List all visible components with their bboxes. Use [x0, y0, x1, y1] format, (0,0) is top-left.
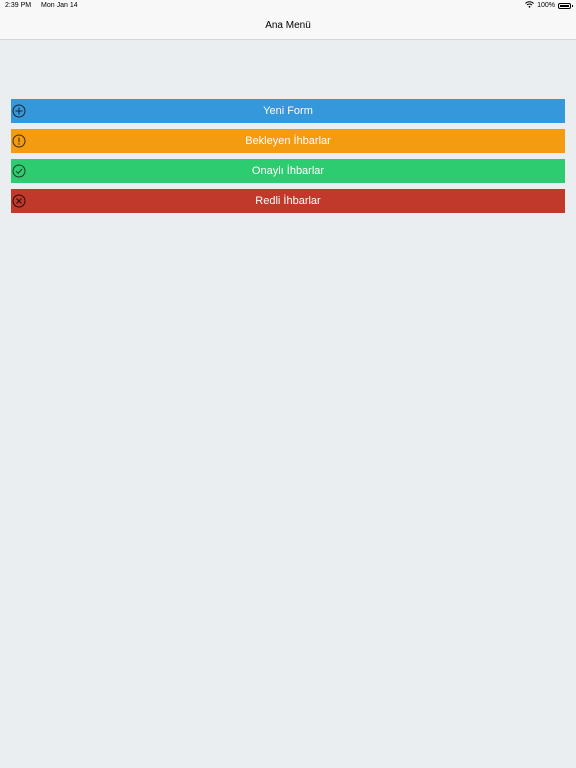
status-date: Mon Jan 14 — [41, 2, 78, 9]
x-circle-icon — [12, 194, 26, 208]
approved-reports-label: Onaylı İhbarlar — [251, 165, 325, 177]
wifi-icon — [525, 1, 534, 10]
plus-circle-icon — [12, 104, 26, 118]
exclamation-circle-icon — [12, 134, 26, 148]
battery-icon — [558, 2, 573, 9]
check-circle-icon — [12, 164, 26, 178]
pending-reports-button[interactable]: Bekleyen İhbarlar — [11, 129, 565, 153]
approved-reports-button[interactable]: Onaylı İhbarlar — [11, 159, 565, 183]
new-form-button[interactable]: Yeni Form — [11, 99, 565, 123]
rejected-reports-label: Redli İhbarlar — [255, 195, 321, 207]
pending-reports-label: Bekleyen İhbarlar — [245, 135, 331, 147]
rejected-reports-button[interactable]: Redli İhbarlar — [11, 189, 565, 213]
page-title: Ana Menü — [265, 20, 311, 31]
main-menu: Yeni Form Bekleyen İhbarlar Onaylı İhbar… — [11, 99, 565, 219]
status-bar: 2:39 PM Mon Jan 14 100% — [0, 0, 576, 12]
new-form-label: Yeni Form — [263, 105, 313, 117]
battery-percentage: 100% — [537, 2, 555, 9]
status-time: 2:39 PM — [5, 2, 32, 9]
